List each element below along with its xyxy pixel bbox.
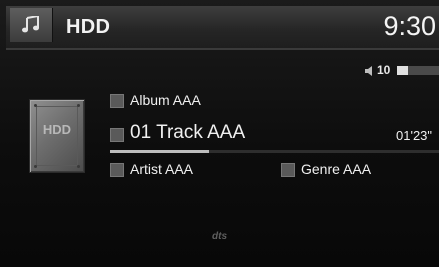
device-label: HDD (42, 122, 72, 137)
source-title: HDD (66, 16, 111, 38)
volume-bar-fill (397, 66, 408, 75)
volume-bar (397, 66, 439, 75)
volume-level: 10 (377, 63, 391, 77)
genre-icon (281, 163, 295, 177)
music-source-button[interactable] (10, 8, 53, 42)
clock: 9:30 (383, 11, 436, 41)
audio-screen: HDD 9:30 10 HDD Album AAA 01 Track AAA 0… (0, 0, 439, 267)
track-progress-bar (110, 150, 439, 153)
artist-icon (110, 163, 124, 177)
dts-logo: dts (212, 231, 227, 242)
hard-drive-icon: HDD (29, 99, 85, 173)
track-name: 01 Track AAA (130, 122, 246, 143)
track-progress-fill (110, 150, 209, 153)
elapsed-time: 01'23" (396, 128, 433, 143)
album-name: Album AAA (130, 92, 201, 108)
artist-name: Artist AAA (130, 161, 194, 177)
speaker-icon (365, 66, 372, 76)
music-note-icon (22, 16, 39, 33)
track-icon (110, 128, 124, 142)
header-bar: HDD 9:30 (6, 6, 439, 48)
genre-name: Genre AAA (301, 161, 372, 177)
header-divider (6, 48, 439, 50)
album-icon (110, 94, 124, 108)
